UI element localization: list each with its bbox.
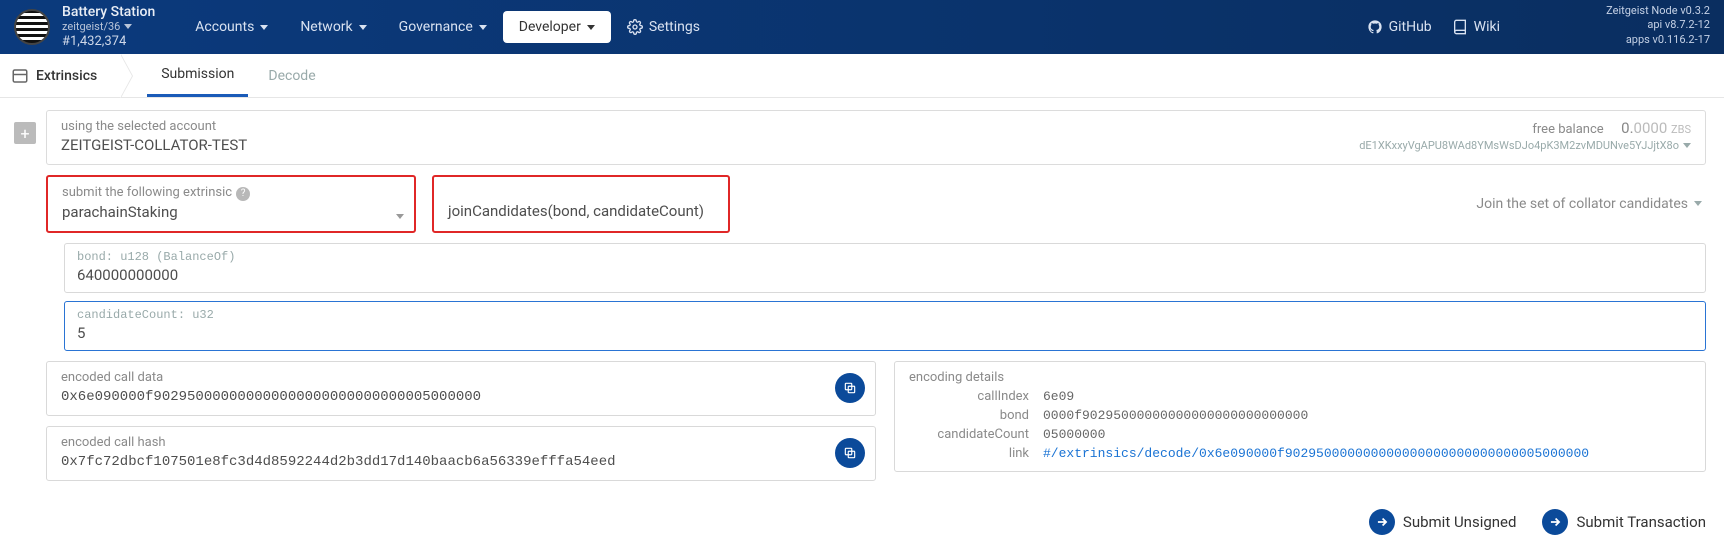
decode-link[interactable]: #/extrinsics/decode/0x6e090000f902950000…: [1043, 446, 1589, 461]
call-value: joinCandidates(bond, candidateCount): [448, 202, 714, 220]
help-icon[interactable]: ?: [236, 187, 250, 201]
chevron-down-icon: [479, 25, 487, 30]
chevron-down-icon: [396, 214, 404, 219]
arrow-right-icon: [1375, 515, 1389, 529]
call-doc: Join the set of collator candidates: [1476, 175, 1702, 233]
param-candidate-count[interactable]: candidateCount: u32 5: [64, 301, 1706, 351]
version-info: Zeitgeist Node v0.3.2 api v8.7.2-12 apps…: [1606, 4, 1710, 47]
chevron-down-icon: [359, 25, 367, 30]
copy-icon: [843, 381, 857, 395]
breadcrumb-separator: [121, 54, 141, 98]
copy-button[interactable]: [835, 438, 865, 468]
account-address[interactable]: dE1XKxxyVgAPU8WAd8YMsWsDJo4pK3M2zvMDUNve…: [1359, 139, 1691, 152]
account-label: using the selected account: [61, 119, 247, 134]
chevron-down-icon: [124, 24, 132, 29]
add-button[interactable]: +: [14, 122, 36, 144]
account-name: ZEITGEIST-COLLATOR-TEST: [61, 136, 247, 154]
app-logo[interactable]: [14, 9, 50, 45]
chevron-down-icon: [587, 25, 595, 30]
page-title: Extrinsics: [36, 68, 97, 84]
tab-submission[interactable]: Submission: [147, 54, 248, 97]
block-number: #1,432,374: [62, 35, 155, 49]
nav-accounts[interactable]: Accounts: [179, 9, 284, 45]
submit-transaction-button[interactable]: Submit Transaction: [1542, 509, 1706, 535]
github-icon: [1367, 19, 1383, 35]
submit-unsigned-button[interactable]: Submit Unsigned: [1369, 509, 1517, 535]
balance-amount: 0.0000 ZBS: [1621, 119, 1691, 137]
call-dropdown[interactable]: joinCandidates(bond, candidateCount): [432, 175, 730, 233]
chevron-down-icon: [1683, 143, 1691, 148]
copy-icon: [843, 446, 857, 460]
chevron-down-icon[interactable]: [1694, 201, 1702, 206]
balance-label: free balance: [1532, 122, 1603, 137]
param-value: 640000000000: [77, 266, 1693, 284]
nav-governance[interactable]: Governance: [383, 9, 503, 45]
nav-settings[interactable]: Settings: [611, 9, 716, 45]
chevron-down-icon: [260, 25, 268, 30]
extrinsic-label: submit the following extrinsic: [62, 185, 232, 200]
chain-selector[interactable]: Battery Station zeitgeist/36 #1,432,374: [62, 5, 155, 49]
book-icon: [1452, 19, 1468, 35]
pallet-value: parachainStaking: [62, 203, 400, 221]
arrow-right-icon: [1548, 515, 1562, 529]
extrinsics-icon: [10, 66, 30, 86]
encoded-call-data: encoded call data 0x6e090000f90295000000…: [46, 361, 876, 416]
copy-button[interactable]: [835, 373, 865, 403]
nav-developer[interactable]: Developer: [503, 11, 611, 43]
account-selector[interactable]: using the selected account ZEITGEIST-COL…: [46, 110, 1706, 165]
gear-icon: [627, 19, 643, 35]
link-github[interactable]: GitHub: [1367, 19, 1432, 35]
param-bond[interactable]: bond: u128 (BalanceOf) 640000000000: [64, 243, 1706, 293]
encoded-call-hash: encoded call hash 0x7fc72dbcf107501e8fc3…: [46, 426, 876, 481]
nav-network[interactable]: Network: [284, 9, 382, 45]
param-label: bond: u128 (BalanceOf): [77, 250, 1693, 264]
param-label: candidateCount: u32: [77, 308, 1693, 322]
pallet-dropdown[interactable]: submit the following extrinsic? parachai…: [46, 175, 416, 233]
param-value: 5: [77, 324, 1693, 342]
encoding-details: encoding details callIndex6e09 bond0000f…: [894, 361, 1706, 472]
link-wiki[interactable]: Wiki: [1452, 19, 1500, 35]
tab-decode[interactable]: Decode: [254, 56, 329, 96]
